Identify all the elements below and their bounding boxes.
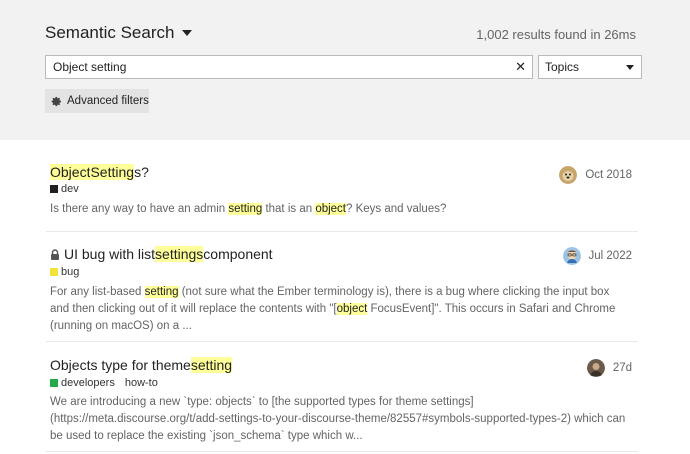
excerpt-text: For any list-based bbox=[50, 286, 145, 298]
title-text: component bbox=[203, 246, 273, 262]
tag-how-to[interactable]: how-to bbox=[125, 377, 158, 389]
topics-select[interactable]: Topics bbox=[538, 55, 642, 79]
category-color-square bbox=[50, 268, 58, 276]
excerpt-text: Is there any way to have an admin bbox=[50, 203, 229, 215]
title-highlight: setting bbox=[190, 357, 233, 373]
excerpt-text: We are introducing a new `type: objects`… bbox=[50, 396, 626, 442]
result-item: UI bug with list settings component bug … bbox=[46, 232, 638, 342]
excerpt-text: that is an bbox=[262, 203, 316, 215]
cartoon-avatar-icon[interactable] bbox=[562, 247, 581, 265]
category-color-square bbox=[50, 185, 58, 193]
title-highlight: settings bbox=[155, 246, 204, 262]
results-list: Object Setting s? dev Is there any way to… bbox=[46, 150, 638, 452]
title-text: Objects type for theme bbox=[50, 357, 191, 373]
photo-avatar-icon[interactable] bbox=[586, 359, 605, 377]
result-date[interactable]: 27d bbox=[613, 362, 632, 374]
result-title-link[interactable]: Object Setting s? bbox=[50, 164, 149, 180]
clear-icon[interactable]: ✕ bbox=[515, 59, 526, 75]
result-title-link[interactable]: UI bug with list settings component bbox=[50, 246, 273, 262]
page-title: Semantic Search bbox=[45, 23, 175, 42]
result-meta: 27d bbox=[586, 359, 632, 377]
result-item: Object Setting s? dev Is there any way to… bbox=[46, 150, 638, 232]
category-badge[interactable]: dev bbox=[50, 183, 79, 195]
result-meta: Oct 2018 bbox=[559, 166, 632, 184]
result-excerpt: Is there any way to have an admin settin… bbox=[50, 201, 630, 218]
topics-select-value: Topics bbox=[545, 60, 580, 74]
category-badge: developers how-to bbox=[50, 377, 158, 389]
result-item: Objects type for theme setting developer… bbox=[46, 342, 638, 452]
advanced-filters-button[interactable]: Advanced filters bbox=[45, 89, 149, 113]
search-type-dropdown[interactable]: Semantic Search bbox=[45, 23, 193, 43]
advanced-filters-label: Advanced filters bbox=[67, 95, 149, 107]
category-name: dev bbox=[61, 183, 79, 195]
title-text: s? bbox=[134, 164, 149, 180]
category-badge[interactable]: bug bbox=[50, 266, 79, 278]
title-highlight: Object bbox=[50, 164, 91, 180]
lock-icon bbox=[51, 248, 59, 260]
excerpt-highlight: object bbox=[315, 203, 346, 215]
title-highlight: Setting bbox=[90, 164, 135, 180]
result-excerpt: For any list-based setting (not sure wha… bbox=[50, 284, 630, 335]
excerpt-highlight: object bbox=[336, 303, 368, 315]
result-excerpt: We are introducing a new `type: objects`… bbox=[50, 394, 630, 445]
result-date[interactable]: Jul 2022 bbox=[589, 250, 632, 262]
category-name: bug bbox=[61, 266, 80, 278]
results-count: 1,002 results found in 26ms bbox=[476, 27, 636, 42]
result-meta: Jul 2022 bbox=[562, 247, 632, 265]
category-name[interactable]: developers bbox=[61, 377, 115, 389]
caret-down-icon bbox=[182, 30, 193, 36]
result-date[interactable]: Oct 2018 bbox=[585, 169, 632, 181]
gear-icon bbox=[51, 96, 62, 106]
caret-down-icon bbox=[626, 65, 634, 70]
title-text: UI bug with list bbox=[64, 246, 156, 262]
result-title-link[interactable]: Objects type for theme setting bbox=[50, 357, 233, 373]
excerpt-text: ? Keys and values? bbox=[346, 203, 447, 215]
search-input[interactable] bbox=[46, 56, 506, 78]
category-color-square bbox=[50, 379, 58, 387]
dog-avatar-icon[interactable] bbox=[559, 166, 578, 184]
excerpt-highlight: setting bbox=[144, 286, 179, 298]
search-header: Semantic Search 1,002 results found in 2… bbox=[0, 0, 690, 140]
search-input-box: ✕ bbox=[45, 55, 533, 79]
excerpt-highlight: setting bbox=[228, 203, 263, 215]
